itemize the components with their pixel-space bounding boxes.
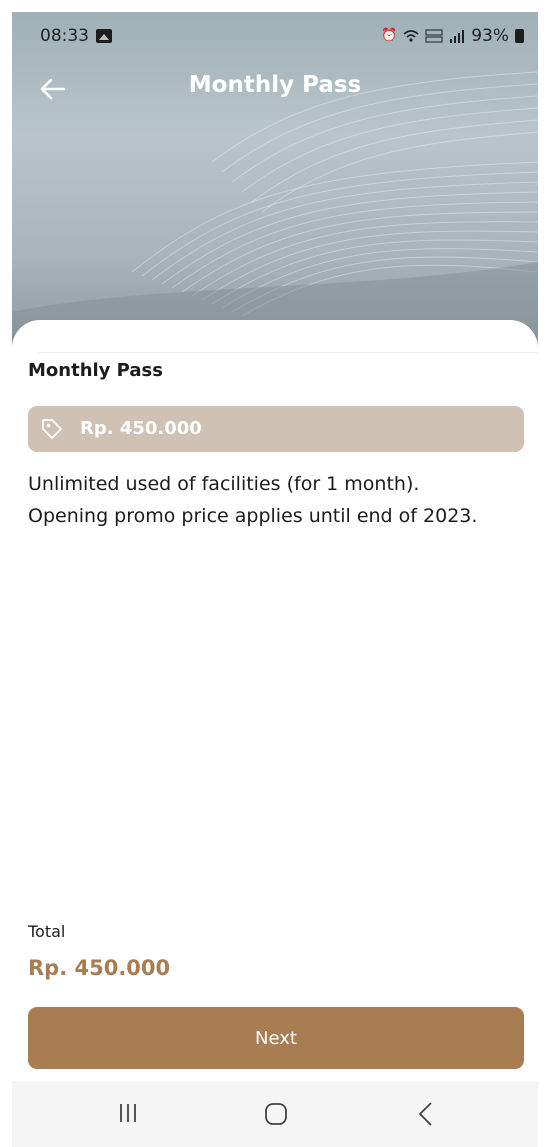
- description-line: Opening promo price applies until end of…: [28, 505, 478, 527]
- back-icon[interactable]: [416, 1100, 436, 1128]
- arrow-left-icon[interactable]: [38, 74, 68, 104]
- battery-icon: [515, 29, 524, 43]
- signal-icon: [450, 30, 465, 43]
- app-bar: Monthly Pass: [12, 64, 538, 114]
- pass-description: Unlimited used of facilities (for 1 mont…: [28, 468, 528, 532]
- total-value: Rp. 450.000: [28, 956, 171, 980]
- price-tag: Rp. 450.000: [28, 406, 524, 452]
- tag-icon: [42, 419, 62, 439]
- pass-name: Monthly Pass: [28, 360, 163, 381]
- home-icon[interactable]: [264, 1102, 288, 1126]
- alarm-icon: ⏰: [381, 28, 398, 43]
- total-label: Total: [28, 922, 66, 941]
- battery-percent: 93%: [471, 26, 509, 46]
- wifi-icon: [403, 30, 419, 42]
- next-button[interactable]: Next: [28, 1007, 524, 1069]
- status-time: 08:33: [40, 26, 89, 46]
- recent-apps-icon[interactable]: [116, 1101, 140, 1125]
- hero-banner: 08:33 ⏰ 93% Monthly Pass: [12, 12, 538, 362]
- status-bar: 08:33 ⏰ 93%: [12, 12, 538, 64]
- page-title: Monthly Pass: [188, 72, 362, 98]
- phone-screen: 08:33 ⏰ 93% Monthly Pass Monthly Pass Rp…: [12, 12, 538, 1147]
- system-nav-bar: [12, 1081, 538, 1147]
- price-tag-text: Rp. 450.000: [80, 418, 202, 439]
- description-line: Unlimited used of facilities (for 1 mont…: [28, 473, 420, 495]
- divider: [38, 352, 538, 353]
- photo-icon: [96, 29, 112, 43]
- volte-icon: [425, 29, 443, 43]
- details-sheet: Monthly Pass Rp. 450.000 Unlimited used …: [12, 320, 538, 1147]
- status-icons: ⏰ 93%: [381, 26, 524, 46]
